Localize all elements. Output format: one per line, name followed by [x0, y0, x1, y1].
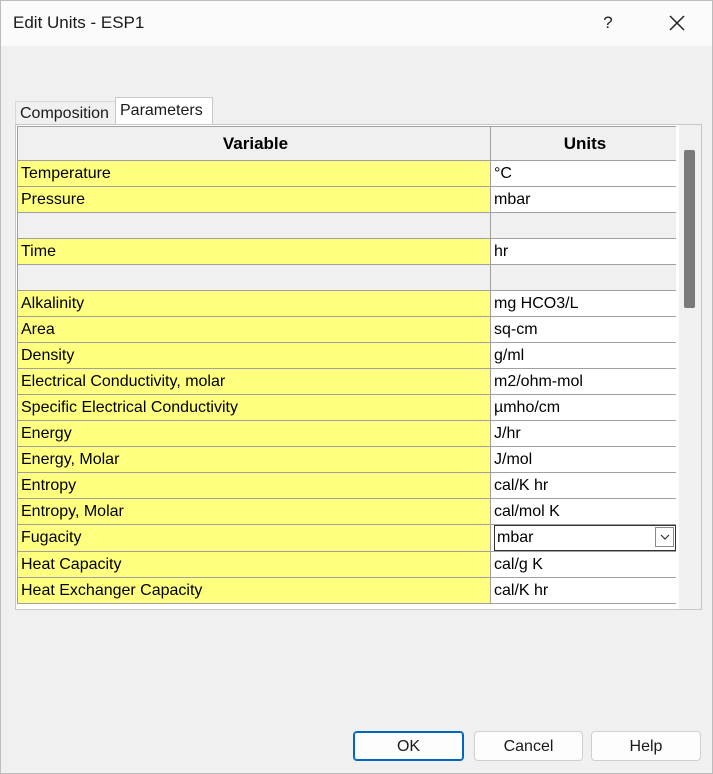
variable-cell: Heat Capacity	[17, 551, 491, 578]
table-row[interactable]: Entropy, Molar cal/mol K	[17, 498, 676, 525]
separator-cell	[17, 212, 491, 239]
edit-units-dialog: Edit Units - ESP1 ? Composition Paramete…	[0, 0, 713, 774]
scrollbar-thumb[interactable]	[684, 150, 695, 308]
table-row[interactable]: Specific Electrical Conductivity µmho/cm	[17, 394, 676, 421]
units-cell[interactable]: sq-cm	[490, 316, 676, 343]
variable-cell: Specific Electrical Conductivity	[17, 394, 491, 421]
table-row[interactable]: Temperature °C	[17, 160, 676, 187]
units-cell[interactable]: µmho/cm	[490, 394, 676, 421]
units-cell[interactable]: mbar	[490, 524, 676, 552]
table-row[interactable]: Density g/ml	[17, 342, 676, 369]
help-button[interactable]: Help	[591, 731, 701, 761]
separator-cell	[490, 212, 676, 239]
table-row[interactable]: Energy J/hr	[17, 420, 676, 447]
units-cell[interactable]: g/ml	[490, 342, 676, 369]
separator-row	[17, 212, 676, 239]
units-grid: Variable Units Temperature °C Pressure mbar…	[17, 126, 676, 604]
variable-cell: Density	[17, 342, 491, 369]
dropdown-arrow-button[interactable]	[655, 527, 674, 547]
variable-cell: Time	[17, 238, 491, 265]
units-cell[interactable]: mg HCO3/L	[490, 290, 676, 317]
variable-cell: Entropy, Molar	[17, 498, 491, 525]
table-row[interactable]: Fugacity mbar	[17, 524, 676, 552]
variable-cell: Heat Exchanger Capacity	[17, 577, 491, 604]
units-cell[interactable]: J/mol	[490, 446, 676, 473]
variable-cell: Entropy	[17, 472, 491, 499]
variable-cell: Energy, Molar	[17, 446, 491, 473]
units-dropdown[interactable]: mbar	[494, 525, 676, 551]
tab-parameters[interactable]: Parameters	[115, 97, 213, 125]
variable-cell: Area	[17, 316, 491, 343]
title-bar: Edit Units - ESP1 ?	[1, 1, 712, 46]
units-cell[interactable]: cal/g K	[490, 551, 676, 578]
close-icon	[669, 15, 685, 31]
variable-cell: Energy	[17, 420, 491, 447]
variable-cell: Alkalinity	[17, 290, 491, 317]
units-cell[interactable]: hr	[490, 238, 676, 265]
variable-cell: Electrical Conductivity, molar	[17, 368, 491, 395]
tab-composition[interactable]: Composition	[15, 101, 117, 125]
separator-cell	[490, 264, 676, 291]
variable-cell: Fugacity	[17, 524, 491, 552]
table-row[interactable]: Electrical Conductivity, molar m2/ohm-mol	[17, 368, 676, 395]
table-row[interactable]: Area sq-cm	[17, 316, 676, 343]
cancel-button[interactable]: Cancel	[474, 731, 583, 761]
separator-row	[17, 264, 676, 291]
units-cell[interactable]: mbar	[490, 186, 676, 213]
table-row[interactable]: Entropy cal/K hr	[17, 472, 676, 499]
ok-button[interactable]: OK	[353, 731, 464, 761]
column-header-units[interactable]: Units	[490, 126, 676, 161]
units-cell[interactable]: cal/K hr	[490, 577, 676, 604]
units-cell[interactable]: m2/ohm-mol	[490, 368, 676, 395]
parameters-panel: Variable Units Temperature °C Pressure mbar…	[15, 124, 702, 610]
chevron-down-icon	[660, 534, 670, 540]
separator-cell	[17, 264, 491, 291]
column-header-variable[interactable]: Variable	[17, 126, 491, 161]
units-cell[interactable]: cal/K hr	[490, 472, 676, 499]
variable-cell: Pressure	[17, 186, 491, 213]
table-row[interactable]: Pressure mbar	[17, 186, 676, 213]
units-grid-viewport: Variable Units Temperature °C Pressure mbar…	[17, 126, 676, 610]
table-row[interactable]: Heat Capacity cal/g K	[17, 551, 676, 578]
title-help-button[interactable]: ?	[586, 7, 630, 39]
units-cell[interactable]: J/hr	[490, 420, 676, 447]
variable-cell: Temperature	[17, 160, 491, 187]
table-row[interactable]: Alkalinity mg HCO3/L	[17, 290, 676, 317]
window-title: Edit Units - ESP1	[13, 13, 145, 32]
close-button[interactable]	[651, 7, 703, 39]
table-row[interactable]: Energy, Molar J/mol	[17, 446, 676, 473]
units-cell[interactable]: cal/mol K	[490, 498, 676, 525]
grid-header-row: Variable Units	[17, 126, 676, 161]
table-row[interactable]: Heat Exchanger Capacity cal/K hr	[17, 577, 676, 604]
units-dropdown-value: mbar	[497, 529, 534, 546]
vertical-scrollbar[interactable]	[679, 125, 701, 609]
units-cell[interactable]: °C	[490, 160, 676, 187]
table-row[interactable]: Time hr	[17, 238, 676, 265]
